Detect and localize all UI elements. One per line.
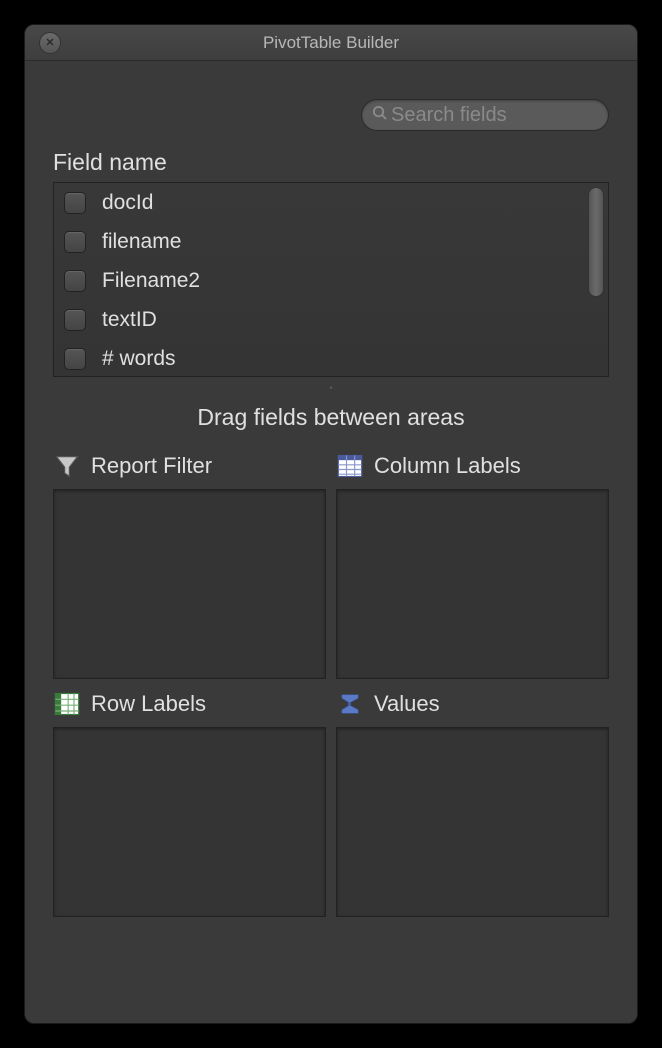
row-labels-dropzone[interactable] (53, 727, 326, 917)
field-row[interactable]: textID (54, 300, 608, 339)
columns-icon (336, 452, 364, 480)
rows-icon (53, 690, 81, 718)
close-button[interactable] (39, 32, 61, 54)
values-area: Values (336, 689, 609, 917)
search-box[interactable] (361, 99, 609, 131)
report-filter-area: Report Filter (53, 451, 326, 679)
search-icon (372, 105, 387, 125)
scrollbar-thumb[interactable] (588, 187, 604, 297)
areas-grid: Report Filter (53, 451, 609, 917)
column-labels-area: Column Labels (336, 451, 609, 679)
field-checkbox[interactable] (64, 192, 86, 214)
values-dropzone[interactable] (336, 727, 609, 917)
row-labels-area: Row Labels (53, 689, 326, 917)
search-row (53, 99, 609, 131)
window-title: PivotTable Builder (25, 33, 637, 53)
area-label: Report Filter (91, 453, 212, 479)
field-label: # words (102, 347, 176, 371)
report-filter-dropzone[interactable] (53, 489, 326, 679)
area-label: Column Labels (374, 453, 521, 479)
field-checkbox[interactable] (64, 309, 86, 331)
field-label: textID (102, 308, 157, 332)
sigma-icon (336, 690, 364, 718)
field-row[interactable]: filename (54, 222, 608, 261)
field-row[interactable]: docId (54, 183, 608, 222)
field-row[interactable]: # words (54, 339, 608, 377)
area-label: Values (374, 691, 440, 717)
field-label: Filename2 (102, 269, 200, 293)
funnel-icon (53, 452, 81, 480)
area-header: Values (336, 689, 609, 719)
area-header: Row Labels (53, 689, 326, 719)
field-row[interactable]: Filename2 (54, 261, 608, 300)
field-list[interactable]: docId filename Filename2 textID # words (53, 182, 609, 377)
search-input[interactable] (391, 104, 638, 127)
resize-handle-icon[interactable] (53, 383, 609, 394)
area-header: Column Labels (336, 451, 609, 481)
area-header: Report Filter (53, 451, 326, 481)
field-label: filename (102, 230, 181, 254)
column-labels-dropzone[interactable] (336, 489, 609, 679)
field-checkbox[interactable] (64, 231, 86, 253)
field-label: docId (102, 191, 153, 215)
field-checkbox[interactable] (64, 270, 86, 292)
titlebar[interactable]: PivotTable Builder (25, 25, 637, 61)
field-name-header: Field name (53, 149, 609, 176)
pivottable-builder-window: PivotTable Builder Field name docId (24, 24, 638, 1024)
drag-instruction: Drag fields between areas (53, 404, 609, 431)
field-checkbox[interactable] (64, 348, 86, 370)
content-area: Field name docId filename Filename2 text… (25, 61, 637, 935)
area-label: Row Labels (91, 691, 206, 717)
